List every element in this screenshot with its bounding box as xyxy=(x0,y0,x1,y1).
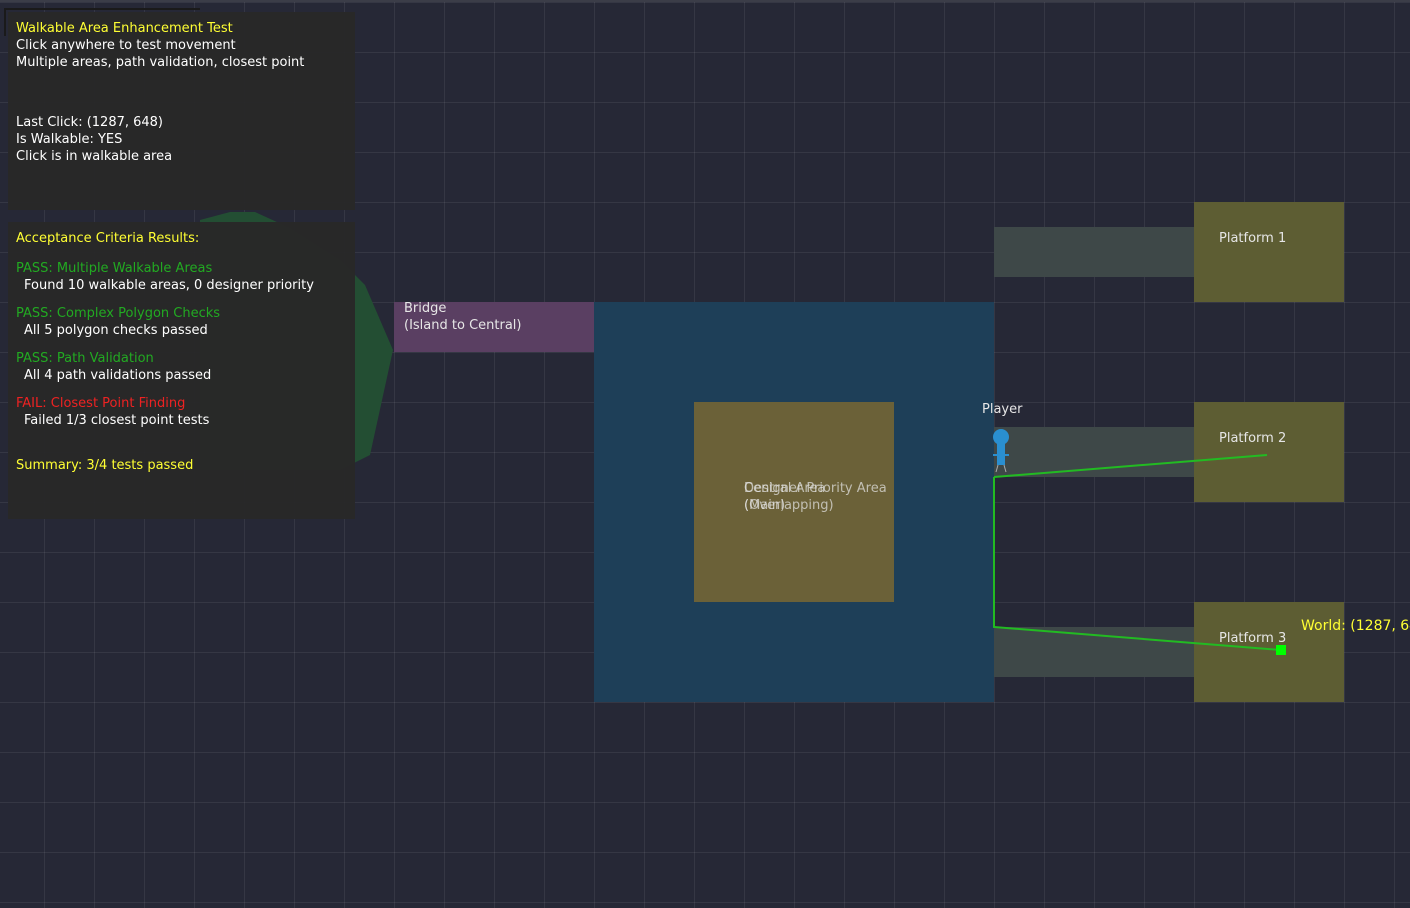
path-line-platform3 xyxy=(993,477,1282,651)
criterion-label: PASS: Complex Polygon Checks xyxy=(16,306,221,321)
results-summary: Summary: 3/4 tests passed xyxy=(16,458,194,473)
criterion-detail: All 5 polygon checks passed xyxy=(24,323,208,338)
player-figure-icon[interactable] xyxy=(993,429,1009,473)
target-marker-icon xyxy=(1276,645,1286,655)
world-coordinate-readout: World: (1287, 648) xyxy=(1301,618,1410,634)
click-status: Click is in walkable area xyxy=(16,149,173,164)
criterion-detail: Failed 1/3 closest point tests xyxy=(24,413,210,428)
info-line-2: Multiple areas, path validation, closest… xyxy=(16,55,305,70)
criterion-detail: Found 10 walkable areas, 0 designer prio… xyxy=(24,278,314,293)
panel-edge-decoration xyxy=(4,8,200,10)
player-label: Player xyxy=(982,402,1023,417)
info-title: Walkable Area Enhancement Test xyxy=(16,21,233,36)
criterion-detail: All 4 path validations passed xyxy=(24,368,212,383)
results-heading: Acceptance Criteria Results: xyxy=(16,231,200,246)
walkable-status: Is Walkable: YES xyxy=(16,132,123,147)
path-line-platform2 xyxy=(993,454,1268,478)
info-line-1: Click anywhere to test movement xyxy=(16,38,236,53)
acceptance-results-panel: Acceptance Criteria Results: PASS: Multi… xyxy=(8,222,355,519)
criterion-label: PASS: Path Validation xyxy=(16,351,154,366)
criterion-label: PASS: Multiple Walkable Areas xyxy=(16,261,213,276)
criterion-label: FAIL: Closest Point Finding xyxy=(16,396,186,411)
last-click-readout: Last Click: (1287, 648) xyxy=(16,115,164,130)
info-panel: Walkable Area Enhancement Test Click any… xyxy=(8,12,355,210)
panel-edge-decoration xyxy=(4,8,6,36)
